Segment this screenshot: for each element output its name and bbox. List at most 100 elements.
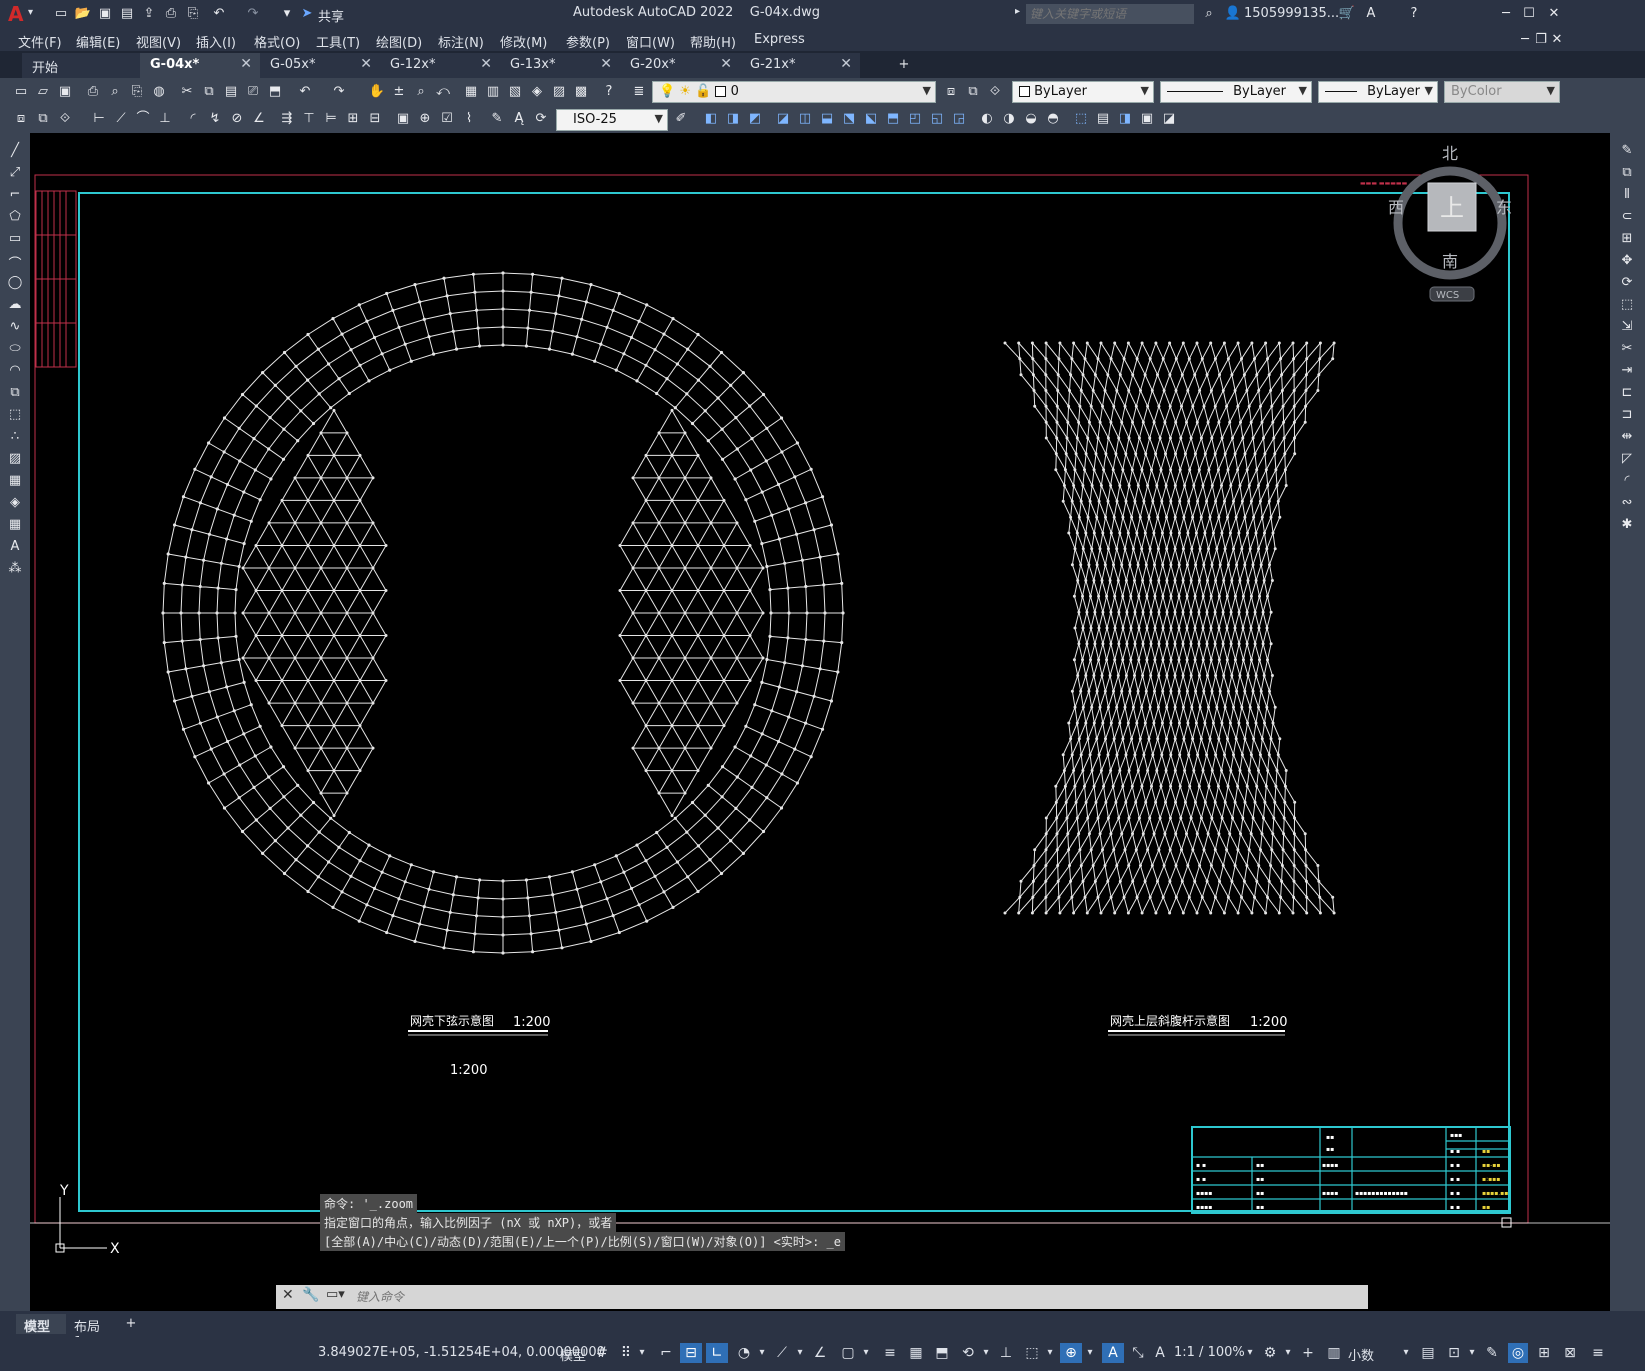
paste-icon[interactable]: ▤ [222, 83, 240, 101]
gizmo-chevron-icon[interactable]: ▾ [1084, 1343, 1096, 1363]
viewcube-south[interactable]: 南 [1442, 252, 1458, 271]
annotation-monitor-icon[interactable]: + [1298, 1343, 1318, 1363]
polyline-icon[interactable]: ⌐ [6, 187, 24, 205]
workspace-gear-icon[interactable]: ⚙ [1260, 1343, 1280, 1363]
plotstyle-dropdown[interactable]: ByColor ▼ [1444, 81, 1560, 103]
user-icon[interactable]: 👤 [1224, 5, 1242, 23]
help-icon[interactable]: ? [1405, 5, 1423, 23]
snap-menu-chevron-icon[interactable]: ▾ [636, 1343, 648, 1363]
material-icon[interactable]: ◨ [1116, 110, 1134, 128]
join-icon[interactable]: ⇹ [1618, 429, 1636, 447]
undo-icon[interactable]: ↶ [210, 5, 228, 23]
walk-icon[interactable]: ◪ [1160, 110, 1178, 128]
model-space-toggle[interactable]: 模型 [560, 1345, 586, 1364]
lineweight-display-icon[interactable]: ≡ [880, 1343, 900, 1363]
lineweight-dropdown[interactable]: ByLayer ▼ [1318, 81, 1438, 103]
visual-style-icon[interactable]: ◐ [978, 110, 996, 128]
ucs-face-icon[interactable]: ◪ [774, 110, 792, 128]
hardware-acceleration-icon[interactable]: ◎ [1508, 1343, 1528, 1363]
design-center-icon[interactable]: ▥ [484, 83, 502, 101]
command-close-icon[interactable]: ✕ [282, 1287, 294, 1303]
save-icon[interactable]: ▣ [56, 83, 74, 101]
dim-break-icon[interactable]: ⊟ [366, 110, 384, 128]
break-icon[interactable]: ⊐ [1618, 407, 1636, 425]
add-selected-icon[interactable]: ⁂ [6, 561, 24, 579]
cart-icon[interactable]: 🛒 [1338, 5, 1356, 23]
move-icon[interactable]: ✥ [1618, 253, 1636, 271]
stretch-icon[interactable]: ⇲ [1618, 319, 1636, 337]
ucs-icon[interactable]: ◧ [702, 110, 720, 128]
ucs-origin-icon[interactable]: ⬔ [840, 110, 858, 128]
construction-line-icon[interactable]: ⤢ [6, 165, 24, 183]
tab-g-20x[interactable]: G-20x* ✕ [620, 53, 740, 78]
table-icon[interactable]: ▦ [6, 517, 24, 535]
zoom-window-icon[interactable]: ⌕ [412, 83, 430, 101]
ucs-zaxis-icon[interactable]: ⬕ [862, 110, 880, 128]
copy-icon[interactable]: ⧉ [1618, 165, 1636, 183]
angular-dim-icon[interactable]: ∠ [250, 110, 268, 128]
ortho-icon[interactable]: ∟ [706, 1343, 728, 1363]
app-menu-chevron-icon[interactable]: ▾ [28, 7, 33, 18]
tool-palettes-icon[interactable]: ▧ [506, 83, 524, 101]
menu-format[interactable]: 格式(O) [254, 32, 300, 51]
hatch-icon[interactable]: ▨ [6, 451, 24, 469]
light-icon[interactable]: ▤ [1094, 110, 1112, 128]
revision-cloud-icon[interactable]: ☁ [6, 297, 24, 315]
dim-style-manager-icon[interactable]: ✐ [672, 110, 690, 128]
polar-tracking-icon[interactable]: ◔ [734, 1343, 754, 1363]
ucs-x-icon[interactable]: ◰ [906, 110, 924, 128]
undo-icon[interactable]: ↶ [296, 83, 314, 101]
menu-window[interactable]: 窗口(W) [626, 32, 675, 51]
workspace-chevron-icon[interactable]: ▾ [1282, 1343, 1294, 1363]
layer-match-icon[interactable]: ⧈ [12, 110, 30, 128]
dynamic-input-icon[interactable]: ⊟ [680, 1343, 702, 1363]
search-input[interactable] [1026, 4, 1194, 24]
realistic-icon[interactable]: ◒ [1022, 110, 1040, 128]
maximize-icon[interactable]: ☐ [1520, 5, 1538, 23]
point-icon[interactable]: ∴ [6, 429, 24, 447]
share-icon[interactable]: ➤ [298, 5, 316, 23]
help-icon[interactable]: ? [600, 83, 618, 101]
sheet-set-icon[interactable]: ◈ [528, 83, 546, 101]
dim-text-edit-icon[interactable]: Ą [510, 110, 528, 128]
ucs-z-icon[interactable]: ◲ [950, 110, 968, 128]
pan-icon[interactable]: ✋ [368, 83, 386, 101]
linear-dim-icon[interactable]: ⊢ [90, 110, 108, 128]
cut-icon[interactable]: ✂ [178, 83, 196, 101]
circle-icon[interactable]: ◯ [6, 275, 24, 293]
blend-icon[interactable]: ∾ [1618, 495, 1636, 513]
tab-layout1[interactable]: 布局1 [66, 1314, 116, 1350]
selection-filter-icon[interactable]: ⬚ [1022, 1343, 1042, 1363]
ucs-object-icon[interactable]: ◫ [796, 110, 814, 128]
linetype-dropdown[interactable]: ByLayer ▼ [1160, 81, 1312, 103]
polygon-icon[interactable]: ⬠ [6, 209, 24, 227]
publish-icon[interactable]: ⎘ [128, 83, 146, 101]
quick-dim-icon[interactable]: ⇶ [278, 110, 296, 128]
tab-close-icon[interactable]: ✕ [360, 56, 372, 72]
rectangle-icon[interactable]: ▭ [6, 231, 24, 249]
plot-icon[interactable]: ⎙ [84, 83, 102, 101]
infer-constraints-icon[interactable]: ⌐ [656, 1343, 676, 1363]
3d-osnap-chevron-icon[interactable]: ▾ [980, 1343, 992, 1363]
customization-icon[interactable]: ⊠ [1560, 1343, 1580, 1363]
mtext-icon[interactable]: A [6, 539, 24, 557]
tolerance-icon[interactable]: ▣ [394, 110, 412, 128]
tab-g-13x[interactable]: G-13x* ✕ [500, 53, 620, 78]
dynamic-ucs-icon[interactable]: ⊥ [996, 1343, 1016, 1363]
viewcube-east[interactable]: 东 [1496, 198, 1512, 217]
new-tab-icon[interactable]: + [895, 56, 913, 74]
menu-edit[interactable]: 编辑(E) [76, 32, 120, 51]
continue-dim-icon[interactable]: ⊨ [322, 110, 340, 128]
viewcube-north[interactable]: 北 [1442, 144, 1458, 163]
tab-g-05x[interactable]: G-05x* ✕ [260, 53, 380, 78]
make-current-layer-icon[interactable]: ⧈ [942, 83, 960, 101]
diameter-dim-icon[interactable]: ⊘ [228, 110, 246, 128]
snap-icon[interactable]: ⠿ [616, 1343, 636, 1363]
tab-model[interactable]: 模型 [16, 1314, 66, 1335]
close-icon[interactable]: ✕ [1545, 5, 1563, 23]
autodesk-account-icon[interactable]: A [1362, 5, 1380, 23]
menu-file[interactable]: 文件(F) [18, 32, 62, 51]
export-icon[interactable]: ⇪ [140, 5, 158, 23]
chamfer-icon[interactable]: ◸ [1618, 451, 1636, 469]
annoscale-chevron-icon[interactable]: ▾ [1244, 1343, 1256, 1363]
